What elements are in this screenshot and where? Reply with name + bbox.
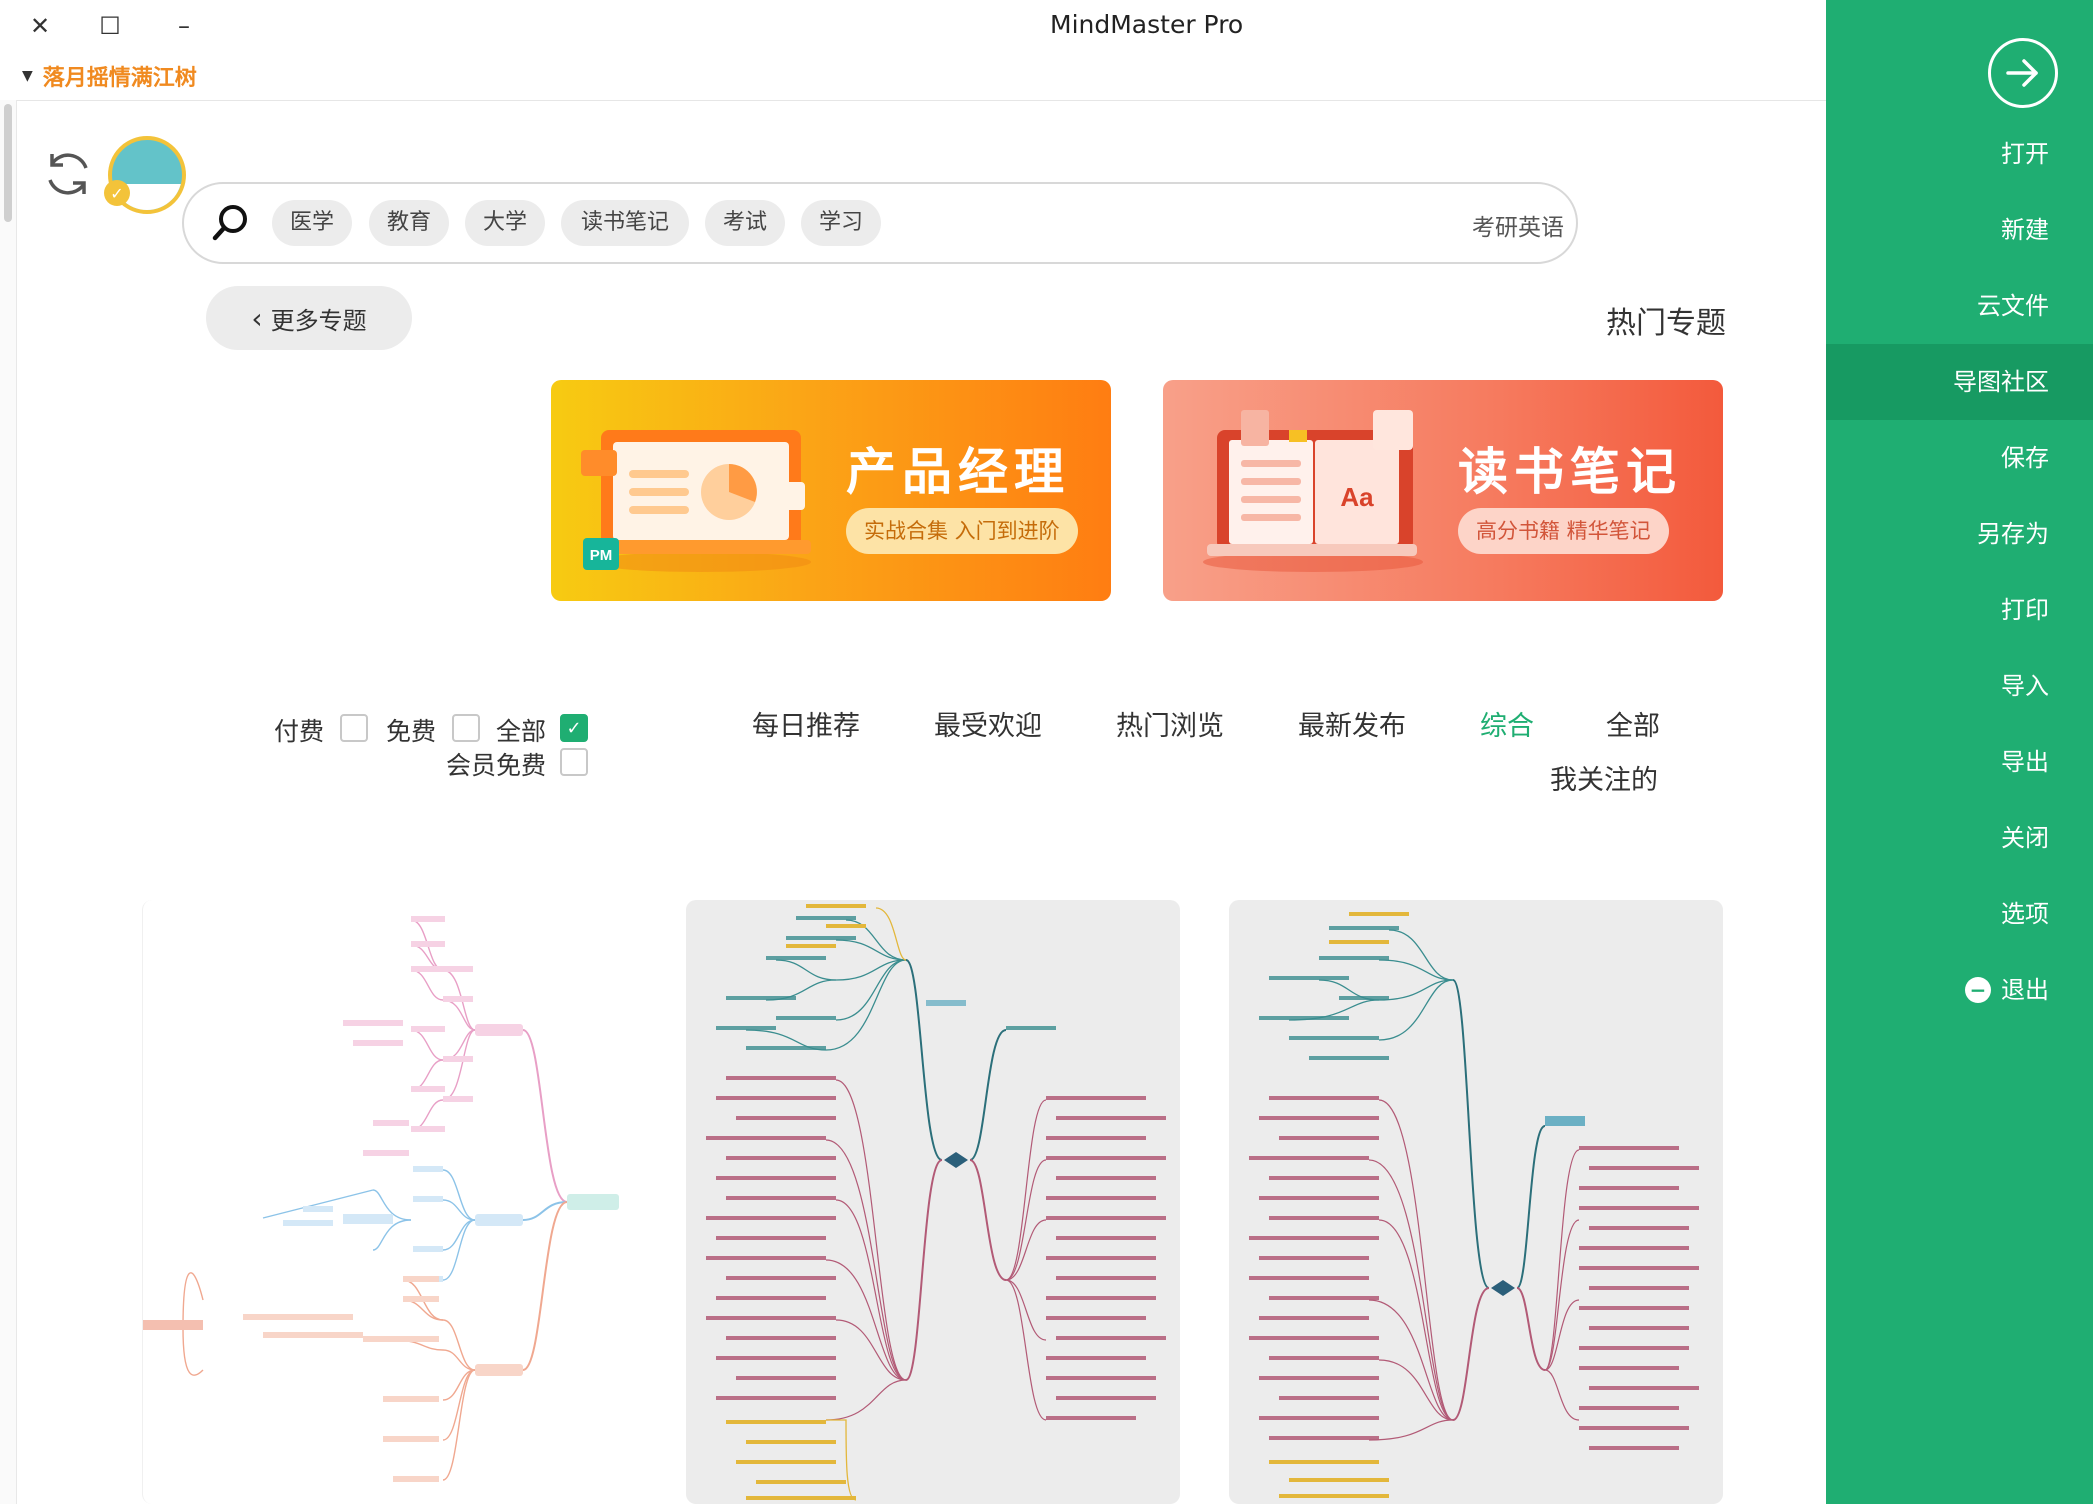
sidebar-item-community[interactable]: 导图社区	[1826, 344, 2093, 420]
banner-subtitle: 高分书籍 精华笔记	[1458, 508, 1669, 554]
checkbox-all[interactable]: ✓	[560, 714, 588, 742]
sidebar-item-export[interactable]: 导出	[1826, 724, 2093, 800]
checkbox-free-label: 免费	[386, 717, 437, 746]
back-button[interactable]	[1988, 38, 2058, 108]
sidebar-item-import[interactable]: 导入	[1826, 648, 2093, 724]
mindmap-thumbnail	[143, 916, 619, 1482]
sidebar-item-exit[interactable]: − 退出	[1826, 952, 2093, 1028]
book-screen-icon: Aa	[1203, 410, 1423, 572]
search-tag[interactable]: 读书笔记	[561, 200, 689, 246]
banner-badge: PM	[590, 547, 613, 564]
checkbox-member-free[interactable]	[560, 748, 588, 776]
banner-subtitle: 实战合集 入门到进阶	[846, 508, 1078, 554]
search-tag[interactable]: 教育	[369, 200, 449, 246]
title-bar: ✕ ☐ – MindMaster Pro	[0, 0, 1826, 52]
sidebar-item-new[interactable]: 新建	[1826, 192, 2093, 268]
section-title: 热门专题	[1606, 306, 1726, 341]
mindmap-card[interactable]	[1229, 900, 1723, 1504]
checkbox-free[interactable]	[452, 714, 480, 742]
maximize-icon: ☐	[99, 12, 121, 40]
laptop-chart-icon: PM	[581, 430, 811, 572]
search-icon[interactable]	[208, 200, 254, 246]
tab-popular[interactable]: 最受欢迎	[934, 704, 1042, 743]
sidebar-item-save[interactable]: 保存	[1826, 420, 2093, 496]
tab-general[interactable]: 综合	[1480, 704, 1534, 743]
close-window-button[interactable]: ✕	[22, 8, 58, 44]
search-tag[interactable]: 医学	[272, 200, 352, 246]
mindmap-thumbnail	[1249, 912, 1699, 1498]
minus-circle-icon: −	[1965, 977, 1991, 1003]
minimize-window-button[interactable]: –	[166, 8, 202, 44]
sidebar-item-save-as[interactable]: 另存为	[1826, 496, 2093, 572]
banner-badge: Aa	[1340, 482, 1374, 512]
scrollbar-track[interactable]	[0, 100, 17, 1504]
banner-reading-notes[interactable]: Aa 读书笔记 高分书籍 精华笔记	[1163, 380, 1723, 601]
caret-down-icon: ▼	[22, 68, 33, 84]
checkbox-paid[interactable]	[340, 714, 368, 742]
sidebar-item-close[interactable]: 关闭	[1826, 800, 2093, 876]
sidebar-item-exit-label: 退出	[2001, 976, 2049, 1004]
search-tag[interactable]: 考试	[705, 200, 785, 246]
sidebar-item-options[interactable]: 选项	[1826, 876, 2093, 952]
tab-all[interactable]: 全部	[1606, 704, 1660, 743]
banner-product-manager[interactable]: PM 产品经理 实战合集 入门到进阶	[551, 380, 1111, 601]
tab-hot[interactable]: 热门浏览	[1116, 704, 1224, 743]
minimize-icon: –	[178, 12, 190, 40]
checkbox-paid-label: 付费	[274, 717, 325, 746]
arrow-right-circle-icon	[2006, 59, 2038, 87]
search-tag[interactable]: 大学	[465, 200, 545, 246]
user-name: 落月摇情满江树	[42, 66, 197, 91]
divider	[0, 100, 1826, 101]
mindmap-card[interactable]	[686, 900, 1180, 1504]
search-tag[interactable]: 学习	[801, 200, 881, 246]
tab-latest[interactable]: 最新发布	[1298, 704, 1406, 743]
user-dropdown[interactable]: ▼ 落月摇情满江树	[22, 60, 197, 92]
close-icon: ✕	[29, 12, 51, 40]
tab-daily[interactable]: 每日推荐	[752, 704, 860, 743]
vip-badge-icon: ✓	[104, 180, 130, 206]
checkbox-all-label: 全部	[496, 717, 547, 746]
more-topics-label: 更多专题	[270, 306, 367, 335]
maximize-window-button[interactable]: ☐	[92, 8, 128, 44]
search-placeholder: 考研英语	[1472, 215, 1564, 241]
mindmap-card[interactable]	[142, 900, 637, 1504]
banner-title: 读书笔记	[1458, 443, 1682, 501]
chevron-left-icon: ‹	[251, 301, 263, 335]
more-topics-button[interactable]: ‹ 更多专题	[206, 286, 412, 350]
checkbox-member-free-label: 会员免费	[446, 751, 547, 780]
sidebar-item-open[interactable]: 打开	[1826, 116, 2093, 192]
sidebar-item-print[interactable]: 打印	[1826, 572, 2093, 648]
scrollbar-thumb[interactable]	[4, 104, 12, 222]
sidebar-item-cloud-files[interactable]: 云文件	[1826, 268, 2093, 344]
tab-following[interactable]: 我关注的	[1550, 758, 1658, 797]
banner-title: 产品经理	[846, 443, 1070, 501]
refresh-icon[interactable]	[40, 146, 96, 202]
mindmap-thumbnail	[706, 904, 1166, 1501]
app-title: MindMaster Pro	[1050, 10, 1244, 39]
